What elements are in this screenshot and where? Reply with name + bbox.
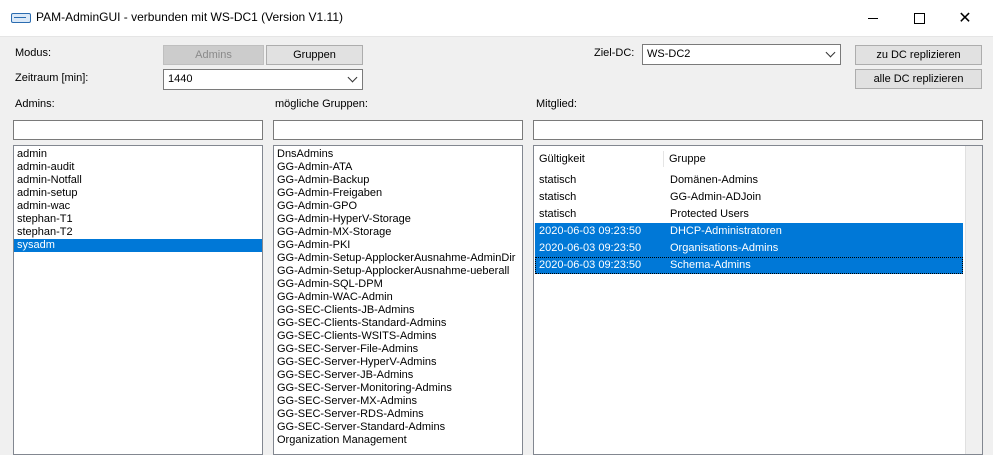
- admins-list[interactable]: admin admin-audit admin-Notfall admin-setup…: [13, 145, 263, 455]
- close-icon: ✕: [958, 10, 972, 27]
- group-list-item[interactable]: GG-Admin-Freigaben: [274, 187, 522, 200]
- admin-list-item[interactable]: admin-Notfall: [14, 174, 262, 187]
- admin-list-item[interactable]: admin-audit: [14, 161, 262, 174]
- group-list-item[interactable]: GG-SEC-Server-JB-Admins: [274, 369, 522, 382]
- member-filter-input[interactable]: [533, 120, 983, 140]
- admin-list-item[interactable]: stephan-T1: [14, 213, 262, 226]
- group-list-item[interactable]: GG-Admin-ATA: [274, 161, 522, 174]
- member-row[interactable]: statisch Domänen-Admins: [535, 172, 963, 189]
- chevron-down-icon: [825, 47, 836, 58]
- admin-list-item[interactable]: stephan-T2: [14, 226, 262, 239]
- admins-filter-input[interactable]: [13, 120, 263, 140]
- member-group: Protected Users: [670, 208, 749, 220]
- member-group: Organisations-Admins: [670, 242, 779, 254]
- group-list-item[interactable]: GG-SEC-Clients-JB-Admins: [274, 304, 522, 317]
- app-icon: [11, 13, 31, 23]
- group-list-item[interactable]: Organization Management: [274, 434, 522, 447]
- group-list-item[interactable]: GG-Admin-Setup-ApplockerAusnahme-AdminDi…: [274, 252, 522, 265]
- member-label: Mitglied:: [536, 98, 577, 110]
- member-grid[interactable]: Gültigkeit Gruppe statisch Domänen-Admins…: [533, 145, 983, 455]
- group-list-item[interactable]: GG-Admin-SQL-DPM: [274, 278, 522, 291]
- group-list-item[interactable]: GG-SEC-Server-File-Admins: [274, 343, 522, 356]
- groups-filter-input[interactable]: [273, 120, 523, 140]
- minimize-button[interactable]: [850, 0, 896, 36]
- column-header-group[interactable]: Gruppe: [664, 151, 966, 167]
- zeitraum-label: Zeitraum [min]:: [15, 72, 89, 84]
- vertical-scrollbar[interactable]: [965, 146, 982, 454]
- member-validity: 2020-06-03 09:23:50: [539, 242, 642, 254]
- group-list-item[interactable]: GG-Admin-HyperV-Storage: [274, 213, 522, 226]
- group-list-item[interactable]: GG-Admin-GPO: [274, 200, 522, 213]
- member-group: DHCP-Administratoren: [670, 225, 782, 237]
- zeitraum-value: 1440: [168, 73, 193, 85]
- window-title: PAM-AdminGUI - verbunden mit WS-DC1 (Ver…: [36, 10, 343, 24]
- gruppen-mode-button[interactable]: Gruppen: [266, 45, 363, 65]
- group-list-item[interactable]: GG-SEC-Server-Standard-Admins: [274, 421, 522, 434]
- replicate-dc-button[interactable]: zu DC replizieren: [855, 45, 982, 65]
- group-list-item[interactable]: GG-Admin-Backup: [274, 174, 522, 187]
- group-list-item[interactable]: GG-Admin-WAC-Admin: [274, 291, 522, 304]
- member-group: Schema-Admins: [670, 259, 751, 271]
- maximize-button[interactable]: [896, 0, 942, 36]
- group-list-item[interactable]: DnsAdmins: [274, 148, 522, 161]
- group-list-item[interactable]: GG-SEC-Clients-Standard-Admins: [274, 317, 522, 330]
- close-button[interactable]: ✕: [942, 0, 988, 36]
- group-list-item[interactable]: GG-SEC-Server-HyperV-Admins: [274, 356, 522, 369]
- member-group: GG-Admin-ADJoin: [670, 191, 762, 203]
- group-list-item[interactable]: GG-SEC-Clients-WSITS-Admins: [274, 330, 522, 343]
- admin-list-item[interactable]: admin-wac: [14, 200, 262, 213]
- groups-label: mögliche Gruppen:: [275, 98, 368, 110]
- chevron-down-icon: [347, 72, 358, 83]
- maximize-icon: [913, 12, 925, 24]
- zeitraum-select[interactable]: 1440: [163, 69, 363, 90]
- group-list-item[interactable]: GG-SEC-Server-MX-Admins: [274, 395, 522, 408]
- member-row[interactable]: 2020-06-03 09:23:50 Organisations-Admins: [535, 240, 963, 257]
- groups-list[interactable]: DnsAdmins GG-Admin-ATA GG-Admin-Backup GG-A…: [273, 145, 523, 455]
- member-row[interactable]: statisch Protected Users: [535, 206, 963, 223]
- zieldc-label: Ziel-DC:: [594, 47, 635, 59]
- member-validity: statisch: [539, 174, 577, 186]
- zieldc-select[interactable]: WS-DC2: [642, 44, 841, 65]
- admin-list-item[interactable]: admin: [14, 148, 262, 161]
- group-list-item[interactable]: GG-Admin-PKI: [274, 239, 522, 252]
- zieldc-value: WS-DC2: [647, 48, 691, 60]
- member-validity: statisch: [539, 208, 577, 220]
- member-group: Domänen-Admins: [670, 174, 759, 186]
- minimize-icon: [868, 17, 878, 19]
- member-validity: 2020-06-03 09:23:50: [539, 225, 642, 237]
- group-list-item[interactable]: GG-SEC-Server-Monitoring-Admins: [274, 382, 522, 395]
- group-list-item[interactable]: GG-Admin-MX-Storage: [274, 226, 522, 239]
- group-list-item[interactable]: GG-SEC-Server-RDS-Admins: [274, 408, 522, 421]
- group-list-item[interactable]: GG-Admin-Setup-ApplockerAusnahme-ueberal…: [274, 265, 522, 278]
- admin-list-item[interactable]: sysadm: [14, 239, 262, 252]
- admins-label: Admins:: [15, 98, 55, 110]
- replicate-all-dc-button[interactable]: alle DC replizieren: [855, 69, 982, 89]
- member-validity: statisch: [539, 191, 577, 203]
- grid-header: Gültigkeit Gruppe: [534, 146, 982, 172]
- member-row[interactable]: statisch GG-Admin-ADJoin: [535, 189, 963, 206]
- title-bar: PAM-AdminGUI - verbunden mit WS-DC1 (Ver…: [0, 0, 993, 37]
- member-row[interactable]: 2020-06-03 09:23:50 DHCP-Administratoren: [535, 223, 963, 240]
- modus-label: Modus:: [15, 47, 52, 59]
- column-header-validity[interactable]: Gültigkeit: [534, 151, 664, 167]
- admins-mode-button[interactable]: Admins: [163, 45, 264, 65]
- member-validity: 2020-06-03 09:23:50: [539, 259, 642, 271]
- admin-list-item[interactable]: admin-setup: [14, 187, 262, 200]
- member-row[interactable]: 2020-06-03 09:23:50 Schema-Admins: [535, 257, 963, 274]
